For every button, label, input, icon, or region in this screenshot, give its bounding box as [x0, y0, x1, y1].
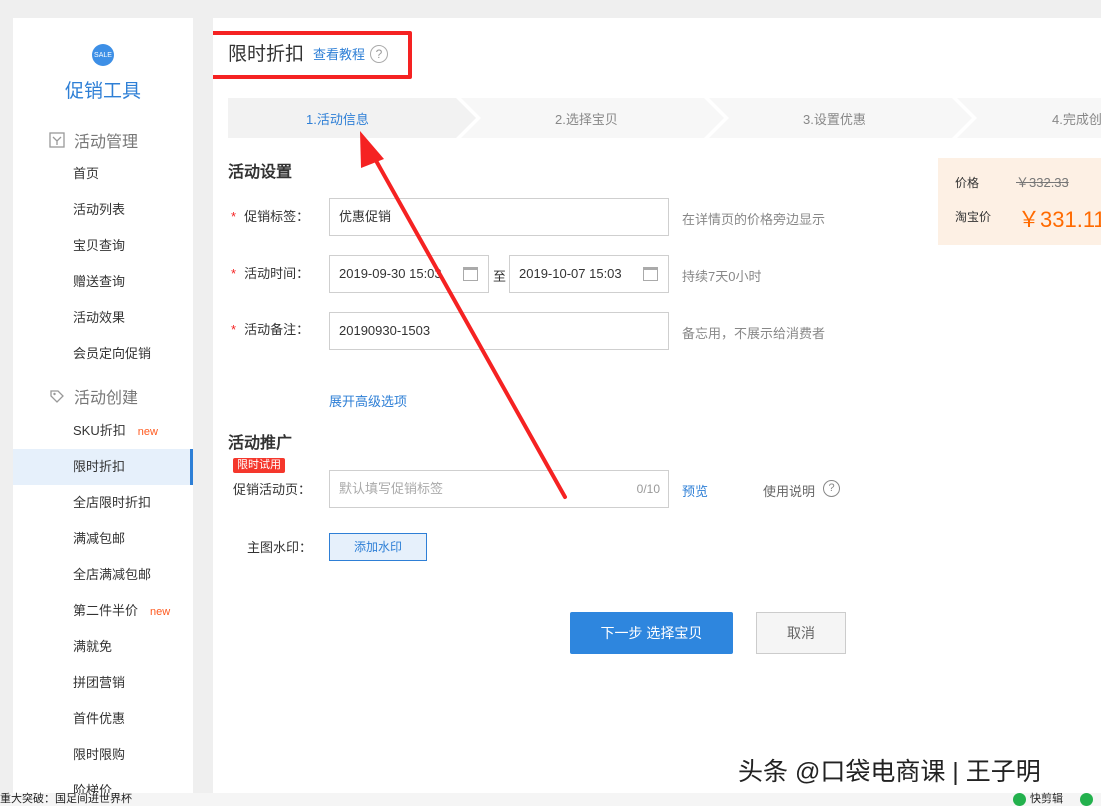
sidebar-item-sku-discount[interactable]: SKU折扣 new	[13, 413, 193, 449]
sidebar-item-label: 满减包邮	[73, 531, 126, 546]
annotation-box	[213, 31, 412, 79]
promo-page-label: 促销活动页：	[233, 482, 312, 497]
new-badge: new	[137, 426, 158, 438]
watermark-caption: 头条 @口袋电商课 | 王子明	[738, 758, 1041, 786]
sidebar-item-time-discount[interactable]: 限时折扣	[13, 449, 193, 485]
step-progress: 1.活动信息 2.选择宝贝 3.设置优惠 4.完成创	[228, 98, 1101, 138]
sidebar-item-limited-purchase[interactable]: 限时限购	[13, 737, 193, 773]
tray-app[interactable]	[1080, 793, 1093, 806]
help-icon[interactable]: ?	[823, 480, 840, 497]
discount-price: ￥331.11	[1018, 207, 1101, 232]
time-label: * 活动时间：	[231, 266, 310, 281]
time-separator: 至	[493, 269, 507, 284]
cancel-button[interactable]: 取消	[756, 612, 846, 654]
create-icon	[50, 390, 64, 403]
sidebar-item-label: 全店满减包邮	[73, 567, 152, 582]
sidebar-item-group-buy[interactable]: 拼团营销	[13, 665, 193, 701]
sidebar-item-label: 第二件半价	[73, 603, 139, 618]
sidebar-brand: 促销工具	[64, 81, 141, 102]
sidebar-item-gift-query[interactable]: 赠送查询	[13, 264, 193, 300]
taobao-price-label: 淘宝价	[955, 210, 992, 224]
price-label: 价格	[955, 176, 980, 190]
char-counter: 0/10	[636, 482, 660, 496]
sidebar-item-activity-list[interactable]: 活动列表	[13, 192, 193, 228]
calendar-icon[interactable]	[643, 267, 658, 281]
main-panel: 限时折扣 查看教程 ? 1.活动信息 2.选择宝贝 3.设置优惠 4.完成创 活…	[213, 18, 1101, 793]
sidebar-group-label: 活动管理	[74, 134, 139, 151]
sale-logo-icon: SALE	[92, 44, 114, 66]
note-hint: 备忘用，不展示给消费者	[682, 326, 826, 341]
sidebar-item-activity-effect[interactable]: 活动效果	[13, 300, 193, 336]
original-price: ￥332.33	[1016, 175, 1069, 190]
note-label: * 活动备注：	[231, 322, 310, 337]
sidebar-item-label: 全店限时折扣	[73, 495, 152, 510]
sidebar-item-member-promo[interactable]: 会员定向促销	[13, 336, 193, 372]
sidebar-item-tiered-price[interactable]: 阶梯价	[13, 773, 193, 793]
sidebar-item-label: SKU折扣	[73, 423, 126, 438]
activity-note-input[interactable]: 20190930-1503	[329, 312, 669, 350]
step-3: 3.设置优惠	[803, 112, 866, 127]
sidebar-group-manage: 活动管理	[48, 128, 138, 152]
sidebar-item-label: 首件优惠	[73, 711, 126, 726]
duration-hint: 持续7天0小时	[682, 269, 762, 284]
news-ticker[interactable]: 重大突破：国足间进世界杯	[0, 793, 132, 806]
sidebar-item-label: 拼团营销	[73, 675, 126, 690]
manage-icon	[49, 132, 65, 148]
sidebar-item-free-shipping[interactable]: 满减包邮	[13, 521, 193, 557]
preview-link[interactable]: 预览	[682, 481, 708, 500]
sidebar-item-label: 限时折扣	[73, 459, 126, 474]
promo-page-input[interactable]: 默认填写促销标签 0/10	[329, 470, 669, 508]
sidebar-group-create: 活动创建	[48, 384, 138, 408]
sidebar-item-label: 限时限购	[73, 747, 126, 762]
status-bar: 重大突破：国足间进世界杯 快剪辑	[0, 793, 1101, 806]
sidebar-item-label: 阶梯价	[73, 783, 113, 793]
play-icon	[1013, 793, 1026, 806]
sidebar-item-first-item[interactable]: 首件优惠	[13, 701, 193, 737]
next-step-button[interactable]: 下一步 选择宝贝	[570, 612, 733, 654]
advanced-options-link[interactable]: 展开高级选项	[329, 391, 407, 410]
step-4: 4.完成创	[1052, 112, 1101, 127]
promo-tag-input[interactable]: 优惠促销	[329, 198, 669, 236]
sidebar-item-free-gift[interactable]: 满就免	[13, 629, 193, 665]
section-activity-settings: 活动设置	[228, 164, 293, 181]
play-icon	[1080, 793, 1093, 806]
sidebar: SALE 促销工具 活动管理 首页 活动列表 宝贝查询 赠送查询 活动效果 会员…	[13, 18, 193, 793]
add-watermark-button[interactable]: 添加水印	[329, 533, 427, 561]
tag-label: * 促销标签：	[231, 209, 310, 224]
sidebar-group-label: 活动创建	[74, 390, 139, 407]
sidebar-item-second-half-price[interactable]: 第二件半价 new	[13, 593, 193, 629]
calendar-icon[interactable]	[463, 267, 478, 281]
sidebar-item-item-query[interactable]: 宝贝查询	[13, 228, 193, 264]
section-promotion: 活动推广	[228, 435, 293, 452]
sidebar-item-store-time-discount[interactable]: 全店限时折扣	[13, 485, 193, 521]
new-badge: new	[150, 606, 171, 618]
sidebar-item-label: 满就免	[73, 639, 113, 654]
watermark-label: 主图水印：	[247, 540, 313, 555]
sidebar-item-store-free-shipping[interactable]: 全店满减包邮	[13, 557, 193, 593]
start-time-input[interactable]: 2019-09-30 15:03	[329, 255, 489, 293]
usage-instructions[interactable]: 使用说明	[763, 481, 815, 500]
step-2: 2.选择宝贝	[555, 112, 618, 127]
end-time-input[interactable]: 2019-10-07 15:03	[509, 255, 669, 293]
price-preview: 价格 ￥332.33 淘宝价 ￥331.11	[938, 158, 1101, 245]
quick-edit-app[interactable]: 快剪辑	[1013, 793, 1063, 806]
tag-hint: 在详情页的价格旁边显示	[682, 212, 826, 227]
limited-trial-badge: 限时试用	[233, 458, 285, 473]
step-1: 1.活动信息	[306, 112, 369, 127]
sidebar-item-home[interactable]: 首页	[13, 156, 193, 192]
